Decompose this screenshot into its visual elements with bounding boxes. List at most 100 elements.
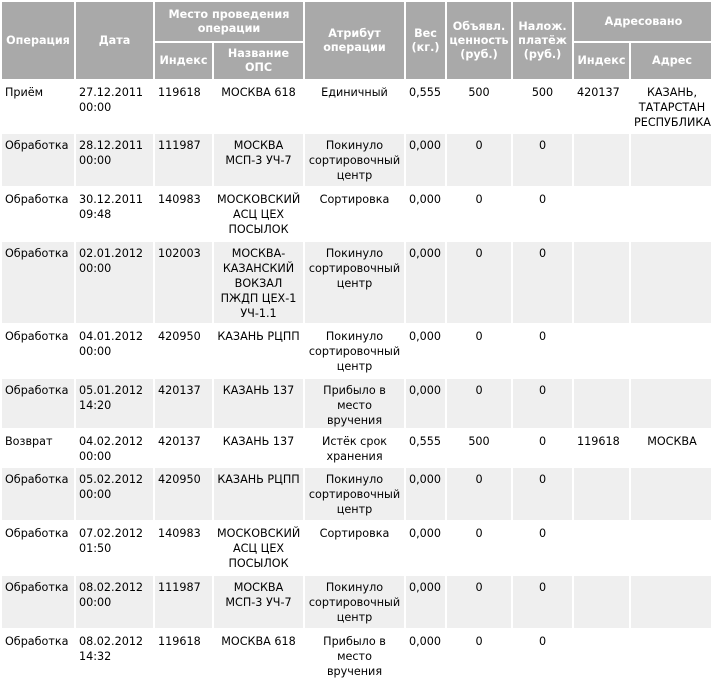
table-row: Обработка 02.01.2012 00:00 102003 МОСКВА-КА… [2, 242, 711, 323]
cell-cod: 0 [513, 325, 572, 377]
cell-ops-name: КАЗАНЬ 137 [214, 379, 303, 428]
table-row: Обработка 04.01.2012 00:00 420950 КАЗАНЬ РЦ… [2, 325, 711, 377]
cell-addr-index [574, 630, 629, 679]
cell-attribute: Прибыло в место вручения [305, 630, 404, 679]
cell-index: 420137 [155, 379, 212, 428]
cell-index: 111987 [155, 576, 212, 628]
cell-addr-index [574, 468, 629, 520]
cell-addr: КАЗАНЬ, ТАТАРСТАН РЕСПУБЛИКА [631, 81, 711, 132]
cell-addr-index [574, 242, 629, 323]
cell-cod: 0 [513, 379, 572, 428]
header-place: Место проведения операции [155, 2, 303, 41]
table-row: Возврат 04.02.2012 00:00 420137 КАЗАНЬ 137 И… [2, 430, 711, 466]
cell-addr-index [574, 379, 629, 428]
table-row: Обработка 28.12.2011 00:00 111987 МОСКВА МС… [2, 134, 711, 186]
cell-ops-name: МОСКВА МСП-3 УЧ-7 [214, 134, 303, 186]
cell-operation: Обработка [2, 242, 74, 323]
cell-addr-index: 420137 [574, 81, 629, 132]
cell-weight: 0,000 [406, 325, 445, 377]
table-row: Обработка 30.12.2011 09:48 140983 МОСКОВСКИ… [2, 188, 711, 240]
cell-addr-index [574, 134, 629, 186]
cell-operation: Обработка [2, 325, 74, 377]
cell-operation: Обработка [2, 134, 74, 186]
cell-date: 07.02.2012 01:50 [76, 522, 153, 574]
cell-date: 02.01.2012 00:00 [76, 242, 153, 323]
header-index: Индекс [155, 43, 212, 79]
cell-ops-name: МОСКОВСКИЙ АСЦ ЦЕХ ПОСЫЛОК [214, 522, 303, 574]
table-row: Обработка 07.02.2012 01:50 140983 МОСКОВСКИ… [2, 522, 711, 574]
table-row: Приём 27.12.2011 00:00 119618 МОСКВА 618 Еди… [2, 81, 711, 132]
cell-attribute: Сортировка [305, 522, 404, 574]
cell-attribute: Покинуло сортировочный центр [305, 134, 404, 186]
cell-index: 111987 [155, 134, 212, 186]
cell-cod: 0 [513, 576, 572, 628]
cell-addr-index [574, 522, 629, 574]
cell-date: 28.12.2011 00:00 [76, 134, 153, 186]
cell-addr: МОСКВА [631, 430, 711, 466]
cell-operation: Обработка [2, 379, 74, 428]
cell-index: 140983 [155, 522, 212, 574]
header-attribute: Атрибут операции [305, 2, 404, 79]
table-row: Обработка 08.02.2012 00:00 111987 МОСКВА МС… [2, 576, 711, 628]
cell-attribute: Покинуло сортировочный центр [305, 468, 404, 520]
cell-declared-value: 0 [447, 242, 511, 323]
cell-addr-index [574, 188, 629, 240]
cell-weight: 0,000 [406, 242, 445, 323]
cell-attribute: Прибыло в место вручения [305, 379, 404, 428]
cell-index: 119618 [155, 81, 212, 132]
cell-attribute: Истёк срок хранения [305, 430, 404, 466]
cell-cod: 0 [513, 468, 572, 520]
table-row: Обработка 08.02.2012 14:32 119618 МОСКВА 61… [2, 630, 711, 679]
cell-weight: 0,000 [406, 576, 445, 628]
cell-weight: 0,000 [406, 630, 445, 679]
cell-addr [631, 522, 711, 574]
cell-cod: 0 [513, 630, 572, 679]
cell-ops-name: КАЗАНЬ РЦПП [214, 468, 303, 520]
cell-operation: Приём [2, 81, 74, 132]
header-addr-index: Индекс [574, 43, 629, 79]
cell-addr [631, 379, 711, 428]
cell-ops-name: МОСКОВСКИЙ АСЦ ЦЕХ ПОСЫЛОК [214, 188, 303, 240]
cell-weight: 0,000 [406, 522, 445, 574]
cell-date: 30.12.2011 09:48 [76, 188, 153, 240]
cell-cod: 0 [513, 242, 572, 323]
cell-date: 08.02.2012 14:32 [76, 630, 153, 679]
cell-index: 420137 [155, 430, 212, 466]
cell-addr [631, 242, 711, 323]
cell-attribute: Единичный [305, 81, 404, 132]
header-operation: Операция [2, 2, 74, 79]
cell-date: 05.02.2012 00:00 [76, 468, 153, 520]
cell-addr [631, 630, 711, 679]
cell-ops-name: МОСКВА МСП-3 УЧ-7 [214, 576, 303, 628]
cell-index: 420950 [155, 468, 212, 520]
cell-cod: 0 [513, 430, 572, 466]
cell-declared-value: 0 [447, 188, 511, 240]
cell-date: 05.01.2012 14:20 [76, 379, 153, 428]
header-weight: Вес (кг.) [406, 2, 445, 79]
cell-operation: Возврат [2, 430, 74, 466]
cell-operation: Обработка [2, 468, 74, 520]
cell-addr [631, 576, 711, 628]
cell-weight: 0,000 [406, 379, 445, 428]
cell-declared-value: 500 [447, 81, 511, 132]
cell-attribute: Покинуло сортировочный центр [305, 576, 404, 628]
cell-declared-value: 0 [447, 576, 511, 628]
cell-ops-name: МОСКВА 618 [214, 81, 303, 132]
cell-weight: 0,555 [406, 430, 445, 466]
cell-declared-value: 0 [447, 630, 511, 679]
cell-date: 04.02.2012 00:00 [76, 430, 153, 466]
cell-date: 04.01.2012 00:00 [76, 325, 153, 377]
cell-attribute: Сортировка [305, 188, 404, 240]
cell-ops-name: КАЗАНЬ РЦПП [214, 325, 303, 377]
cell-operation: Обработка [2, 188, 74, 240]
cell-cod: 0 [513, 522, 572, 574]
cell-ops-name: МОСКВА-КАЗАНСКИЙ ВОКЗАЛ ПЖДП ЦЕХ-1 УЧ-1.… [214, 242, 303, 323]
cell-cod: 500 [513, 81, 572, 132]
cell-operation: Обработка [2, 576, 74, 628]
cell-addr [631, 134, 711, 186]
header-date: Дата [76, 2, 153, 79]
header-cod: Налож. платёж (руб.) [513, 2, 572, 79]
cell-addr [631, 188, 711, 240]
cell-declared-value: 0 [447, 468, 511, 520]
cell-addr-index [574, 576, 629, 628]
